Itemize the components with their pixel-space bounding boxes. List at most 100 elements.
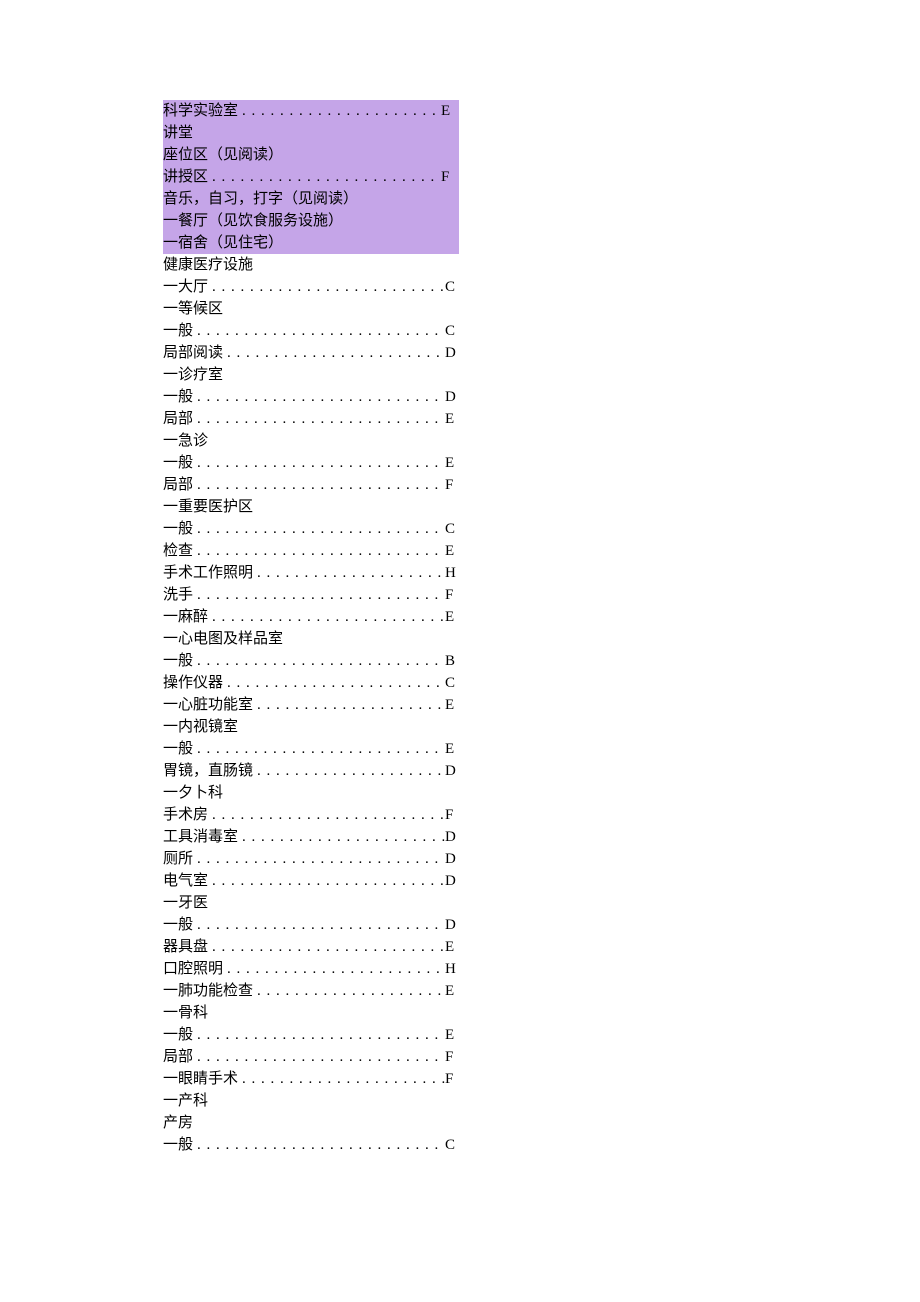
toc-label: 局部: [163, 474, 193, 496]
toc-leader-dots: [238, 1068, 445, 1090]
toc-label: 一重要医护区: [163, 496, 253, 518]
toc-label: 手术工作照明: [163, 562, 253, 584]
toc-label: 一般: [163, 650, 193, 672]
toc-leader-dots: [208, 606, 445, 628]
toc-row: 胃镜，直肠镜 D: [163, 760, 463, 782]
toc-label: 一般: [163, 914, 193, 936]
toc-leader-dots: [208, 276, 445, 298]
toc-leader-dots: [193, 738, 445, 760]
toc-row: 器具盘E: [163, 936, 463, 958]
toc-value: D: [445, 826, 463, 848]
toc-leader-dots: [193, 584, 445, 606]
toc-row: 一般 C: [163, 320, 463, 342]
toc-leader-dots: [238, 100, 441, 122]
toc-leader-dots: [208, 936, 445, 958]
toc-label: 一等候区: [163, 298, 223, 320]
toc-label: 局部阅读: [163, 342, 223, 364]
toc-leader-dots: [193, 518, 445, 540]
toc-leader-dots: [223, 958, 445, 980]
toc-value: D: [445, 342, 463, 364]
toc-label: 一般: [163, 518, 193, 540]
toc-label: 一诊疗室: [163, 364, 223, 386]
toc-label: 健康医疗设施: [163, 254, 253, 276]
toc-leader-dots: [193, 474, 445, 496]
toc-leader-dots: [253, 980, 445, 1002]
toc-label: 一心脏功能室: [163, 694, 253, 716]
toc-value: B: [445, 650, 463, 672]
toc-row: 厕所D: [163, 848, 463, 870]
toc-row: 一等候区: [163, 298, 463, 320]
toc-label: 厕所: [163, 848, 193, 870]
toc-row: 局部 F: [163, 474, 463, 496]
toc-label: 洗手: [163, 584, 193, 606]
toc-label: 胃镜，直肠镜: [163, 760, 253, 782]
toc-row: 局部阅读 D: [163, 342, 463, 364]
toc-value: C: [445, 518, 463, 540]
toc-leader-dots: [223, 672, 445, 694]
toc-row: 手术工作照明H: [163, 562, 463, 584]
toc-label: 一般: [163, 1024, 193, 1046]
toc-row: 一夕卜科: [163, 782, 463, 804]
toc-value: D: [445, 760, 463, 782]
toc-row: 科学实验室E: [163, 100, 459, 122]
toc-value: E: [445, 738, 463, 760]
toc-label: 一般: [163, 738, 193, 760]
toc-value: E: [445, 606, 463, 628]
toc-row: 产房: [163, 1112, 463, 1134]
toc-label: 电气室: [163, 870, 208, 892]
toc-label: 一麻醉: [163, 606, 208, 628]
toc-row: 讲堂: [163, 122, 459, 144]
toc-leader-dots: [253, 694, 445, 716]
toc-label: 局部: [163, 408, 193, 430]
toc-label: 工具消毒室: [163, 826, 238, 848]
toc-leader-dots: [193, 1046, 445, 1068]
toc-row: 电气室D: [163, 870, 463, 892]
toc-value: E: [445, 936, 463, 958]
toc-label: 一夕卜科: [163, 782, 223, 804]
toc-row: 局部F: [163, 1046, 463, 1068]
toc-label: 一宿舍（见住宅）: [163, 232, 283, 254]
toc-row: 一大厅C: [163, 276, 463, 298]
toc-label: 一产科: [163, 1090, 208, 1112]
toc-leader-dots: [193, 1134, 445, 1156]
toc-label: 讲授区: [163, 166, 208, 188]
toc-label: 一牙医: [163, 892, 208, 914]
document-page: 科学实验室E讲堂座位区（见阅读）讲授区F音乐，自习，打字（见阅读）一餐厅（见饮食…: [0, 0, 463, 1156]
toc-row: 工具消毒室 D: [163, 826, 463, 848]
toc-value: D: [445, 386, 463, 408]
toc-row: 洗手F: [163, 584, 463, 606]
toc-row: 一内视镜室: [163, 716, 463, 738]
toc-leader-dots: [238, 826, 445, 848]
toc-value: E: [445, 540, 463, 562]
toc-row: 口腔照明H: [163, 958, 463, 980]
toc-label: 一骨科: [163, 1002, 208, 1024]
toc-label: 一餐厅（见饮食服务设施）: [163, 210, 343, 232]
toc-label: 一般: [163, 452, 193, 474]
toc-row: 一肺功能检查E: [163, 980, 463, 1002]
toc-row: 一麻醉 E: [163, 606, 463, 628]
toc-row: 一般 C: [163, 518, 463, 540]
toc-label: 讲堂: [163, 122, 193, 144]
toc-value: C: [445, 1134, 463, 1156]
toc-value: C: [445, 320, 463, 342]
toc-row: 检查 E: [163, 540, 463, 562]
toc-row: 讲授区F: [163, 166, 459, 188]
toc-row: 操作仪器C: [163, 672, 463, 694]
toc-label: 口腔照明: [163, 958, 223, 980]
toc-label: 座位区（见阅读）: [163, 144, 283, 166]
toc-label: 一眼睛手术: [163, 1068, 238, 1090]
toc-label: 手术房: [163, 804, 208, 826]
toc-leader-dots: [208, 870, 445, 892]
toc-leader-dots: [193, 914, 445, 936]
toc-leader-dots: [208, 166, 441, 188]
toc-row: 一骨科: [163, 1002, 463, 1024]
toc-value: E: [445, 980, 463, 1002]
toc-leader-dots: [208, 804, 445, 826]
toc-label: 一般: [163, 320, 193, 342]
toc-value: F: [445, 1046, 463, 1068]
toc-value: E: [445, 1024, 463, 1046]
toc-label: 检查: [163, 540, 193, 562]
toc-label: 一般: [163, 1134, 193, 1156]
toc-value: F: [445, 474, 463, 496]
toc-row: 座位区（见阅读）: [163, 144, 459, 166]
